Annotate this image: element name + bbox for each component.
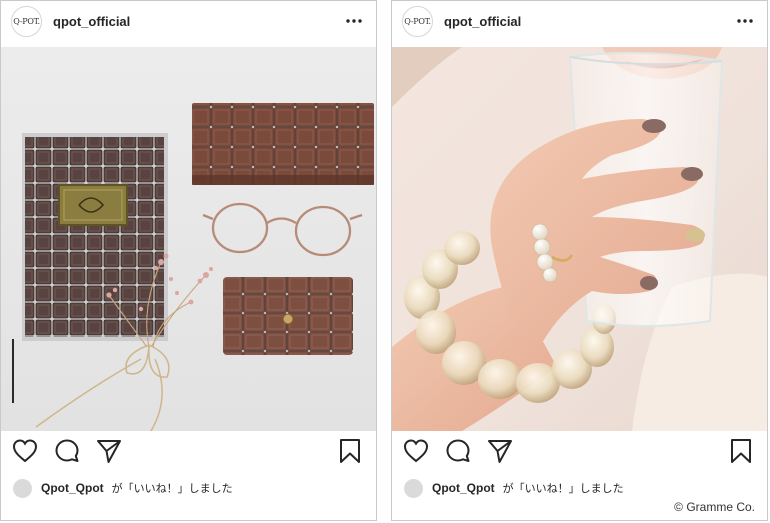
post-actions	[1, 437, 376, 469]
comment-icon[interactable]	[444, 437, 472, 465]
username[interactable]: qpot_official	[53, 14, 130, 29]
heart-icon[interactable]	[11, 437, 39, 465]
likes-text: が「いいね！」しました	[111, 483, 233, 495]
avatar[interactable]	[13, 478, 32, 498]
liker-username[interactable]: Qpot_Qpot	[432, 481, 495, 495]
comment-icon[interactable]	[53, 437, 81, 465]
bookmark-icon[interactable]	[336, 437, 364, 465]
likes-row: Qpot_Qpot が「いいね！」しました	[404, 478, 624, 498]
more-icon[interactable]	[346, 19, 362, 23]
instagram-post: Q-POT. qpot_official Qpot_Qpot が「いいね！」しま…	[0, 0, 377, 521]
bookmark-icon[interactable]	[727, 437, 755, 465]
heart-icon[interactable]	[402, 437, 430, 465]
avatar[interactable]	[404, 478, 423, 498]
post-photo[interactable]	[1, 47, 376, 431]
post-header: Q-POT. qpot_official	[1, 1, 376, 47]
post-header: Q-POT. qpot_official	[392, 1, 767, 47]
share-icon[interactable]	[95, 437, 123, 465]
photo-credit: © Gramme Co.	[674, 500, 755, 514]
instagram-post: Q-POT. qpot_official Qpot_Qpot が「いいね！」しま…	[391, 0, 768, 521]
liker-username[interactable]: Qpot_Qpot	[41, 481, 104, 495]
avatar[interactable]: Q-POT.	[11, 6, 42, 37]
username[interactable]: qpot_official	[444, 14, 521, 29]
share-icon[interactable]	[486, 437, 514, 465]
avatar[interactable]: Q-POT.	[402, 6, 433, 37]
likes-text: が「いいね！」しました	[502, 483, 624, 495]
likes-row: Qpot_Qpot が「いいね！」しました	[13, 478, 233, 498]
post-actions	[392, 437, 767, 469]
more-icon[interactable]	[737, 19, 753, 23]
post-photo[interactable]	[392, 47, 767, 431]
